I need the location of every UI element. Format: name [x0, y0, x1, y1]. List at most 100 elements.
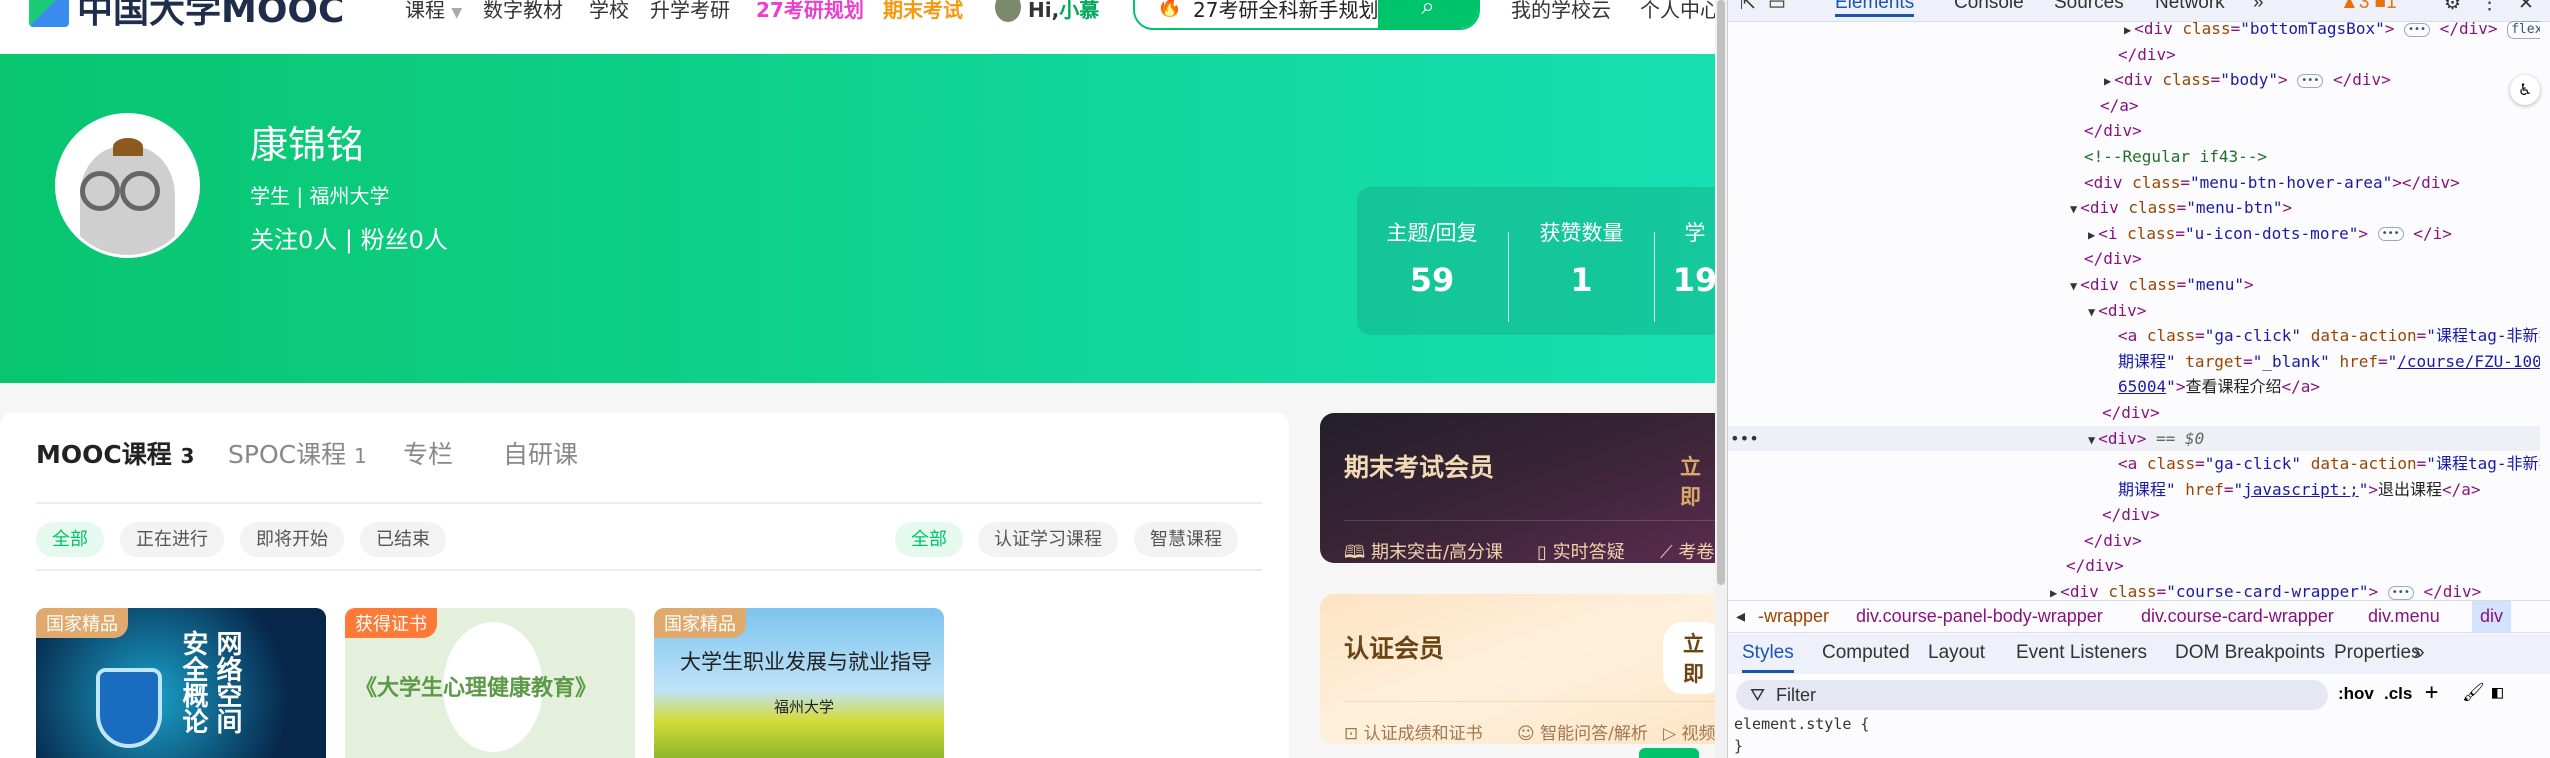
tab-styles[interactable]: Styles — [1742, 642, 1794, 673]
cls-toggle[interactable]: .cls — [2384, 684, 2412, 704]
filter-type-all[interactable]: 全部 — [895, 522, 963, 557]
exam-membership-card[interactable]: 期末考试会员 立即 🕮 期末突击/高分课 ▯ 实时答疑 ⟋ 考卷 — [1320, 413, 1715, 563]
nav-school-cloud[interactable]: 我的学校云 — [1511, 0, 1611, 23]
tab-dom-breakpoints[interactable]: DOM Breakpoints — [2175, 642, 2325, 664]
tab-sources[interactable]: Sources — [2054, 0, 2124, 14]
flex-badge[interactable]: flex — [2507, 20, 2540, 39]
tab-elements[interactable]: Elements — [1835, 0, 1915, 17]
tab-console[interactable]: Console — [1954, 0, 2024, 14]
filter-certified[interactable]: 认证学习课程 — [978, 522, 1118, 557]
add-rule-icon[interactable]: + — [2425, 680, 2438, 705]
href-link[interactable]: /course/FZU-10027 — [2397, 352, 2540, 371]
nav-personal-center[interactable]: 个人中心 — [1640, 0, 1720, 23]
cert-membership-button[interactable]: 立即 — [1663, 622, 1715, 694]
tab-spoc[interactable]: SPOC课程 1 — [228, 435, 367, 471]
tab-layout[interactable]: Layout — [1928, 642, 1985, 664]
search-button[interactable]: ⌕ — [1378, 0, 1478, 28]
dom-node[interactable]: ▶ <i class="u-icon-dots-more"> ••• </i> — [1728, 221, 2540, 247]
element-style-rule[interactable]: element.style { — [1734, 714, 1869, 734]
inspect-icon[interactable]: ⇱ — [1740, 0, 1756, 15]
dom-node[interactable]: 65004">查看课程介绍</a> — [1728, 374, 2540, 400]
breadcrumb-scroll-left[interactable]: ◂ — [1736, 606, 1745, 627]
green-button[interactable] — [1639, 748, 1699, 758]
tab-event-listeners[interactable]: Event Listeners — [2016, 642, 2147, 664]
feature-ai-qa: ☺ 智能问答/解析 — [1517, 719, 1648, 744]
nav-kaoyan-plan[interactable]: 27考研规划 — [756, 0, 864, 23]
scrollbar-thumb[interactable] — [1717, 0, 1725, 585]
cert-membership-card[interactable]: 认证会员 立即 ⊡ 认证成绩和证书 ☺ 智能问答/解析 ▷ 视频学 — [1320, 594, 1715, 744]
filter-ongoing[interactable]: 正在进行 — [120, 522, 224, 557]
tab-self-research[interactable]: 自研课 — [503, 435, 578, 471]
search-input[interactable]: 27考研全科新手规划 — [1193, 0, 1378, 23]
close-icon[interactable]: ✕ — [2518, 0, 2534, 15]
dom-comment[interactable]: <!--Regular if43--> — [1728, 144, 2540, 170]
more-style-tabs[interactable]: » — [2414, 642, 2425, 664]
profile-follow[interactable]: 关注0人 | 粉丝0人 — [250, 220, 448, 255]
dom-node[interactable]: ▶ <div class="bottomTagsBox"> ••• </div> … — [1728, 16, 2540, 42]
element-style-close: } — [1734, 737, 1744, 755]
course-card[interactable]: 国家精品 大学生职业发展与就业指导 福州大学 — [654, 608, 944, 758]
href-link[interactable]: javascript:; — [2243, 480, 2359, 499]
dom-node[interactable]: ▼ <div class="menu"> — [1728, 272, 2540, 298]
feature-label: 考卷 — [1678, 542, 1715, 563]
dom-node[interactable]: </div> — [1728, 400, 2540, 426]
nav-kaoyan[interactable]: 升学考研 — [650, 0, 730, 23]
dom-node[interactable]: <a class="ga-click" data-action="课程tag-非… — [1728, 323, 2540, 349]
breadcrumb-item[interactable]: -wrapper — [1758, 606, 1829, 627]
filter-status-all[interactable]: 全部 — [36, 522, 104, 557]
tab-properties[interactable]: Properties — [2334, 642, 2421, 664]
filter-upcoming[interactable]: 即将开始 — [240, 522, 344, 557]
breadcrumb-item[interactable]: div.course-panel-body-wrapper — [1856, 606, 2103, 627]
nav-courses[interactable]: 课程 ▼ — [405, 0, 462, 23]
more-options-icon[interactable]: ⋮ — [2480, 0, 2499, 15]
styles-filter-input[interactable]: ⛛ Filter — [1736, 680, 2328, 710]
nav-final-exam[interactable]: 期末考试 — [883, 0, 963, 23]
dom-node[interactable]: ▼ <div class="menu-btn"> — [1728, 195, 2540, 221]
page-scrollbar[interactable] — [1715, 0, 1727, 758]
dom-node[interactable]: </div> — [1728, 502, 2540, 528]
tab-column[interactable]: 专栏 — [403, 435, 453, 471]
search-box[interactable]: 🔥 27考研全科新手规划 ⌕ — [1133, 0, 1480, 30]
dom-node[interactable]: ▶ <div class="body"> ••• </div> — [1728, 67, 2540, 93]
dom-node[interactable]: <div class="menu-btn-hover-area"></div> — [1728, 170, 2540, 196]
breadcrumb-item[interactable]: div.course-card-wrapper — [2141, 606, 2334, 627]
dom-node[interactable]: </div> — [1728, 246, 2540, 272]
paint-brush-icon[interactable]: 🖌 — [2462, 682, 2485, 703]
dots-icon[interactable]: ••• — [1730, 426, 1759, 452]
filter-ended[interactable]: 已结束 — [360, 522, 446, 557]
accessibility-icon[interactable]: ♿ — [2510, 75, 2540, 105]
filter-smart[interactable]: 智慧课程 — [1134, 522, 1238, 557]
nav-schools[interactable]: 学校 — [589, 0, 629, 23]
dom-node[interactable]: ▼ <div> — [1728, 298, 2540, 324]
more-tabs-button[interactable]: » — [2253, 0, 2264, 14]
dom-node[interactable]: 期课程" href="javascript:;">退出课程</a> — [1728, 477, 2540, 503]
breadcrumb-item-selected[interactable]: div — [2472, 601, 2512, 632]
hov-toggle[interactable]: :hov — [2338, 684, 2374, 704]
exam-membership-button[interactable]: 立即 — [1680, 451, 1715, 511]
chevron-down-icon: ▼ — [451, 5, 463, 21]
tab-computed[interactable]: Computed — [1822, 642, 1910, 664]
warnings-badge[interactable]: ▲3 ■1 — [2340, 0, 2397, 14]
dom-node[interactable]: 期课程" target="_blank" href="/course/FZU-1… — [1728, 349, 2540, 375]
dom-node[interactable]: <a class="ga-click" data-action="课程tag-非… — [1728, 451, 2540, 477]
dom-node[interactable]: </div> — [1728, 42, 2540, 68]
course-card[interactable]: 国家精品 网络空间安全概论 — [36, 608, 326, 758]
settings-gear-icon[interactable]: ⚙ — [2444, 0, 2461, 15]
device-toolbar-icon[interactable]: ▭ — [1768, 0, 1786, 15]
breadcrumb-item[interactable]: div.menu — [2368, 606, 2440, 627]
sidebar-toggle-icon[interactable]: ◧ — [2492, 682, 2503, 703]
course-cover-subtitle: 福州大学 — [774, 698, 835, 716]
dom-node-selected[interactable]: ••• ▼ <div> == $0 — [1728, 425, 2540, 452]
dom-node[interactable]: </div> — [1728, 528, 2540, 554]
tab-mooc[interactable]: MOOC课程 3 — [36, 435, 194, 471]
logo[interactable]: 中国大学MOOC — [29, 0, 344, 31]
course-card[interactable]: 获得证书 《大学生心理健康教育》 — [345, 608, 635, 758]
dom-node[interactable]: </a> — [1728, 93, 2540, 119]
stat-likes: 获赞数量 1 — [1509, 187, 1654, 335]
dom-node[interactable]: </div> — [1728, 553, 2540, 579]
href-link[interactable]: 65004 — [2118, 377, 2166, 396]
tab-network[interactable]: Network — [2155, 0, 2225, 14]
dom-node[interactable]: </div> — [1728, 118, 2540, 144]
avatar[interactable] — [55, 113, 200, 258]
nav-digital-textbooks[interactable]: 数字教材 — [483, 0, 563, 23]
